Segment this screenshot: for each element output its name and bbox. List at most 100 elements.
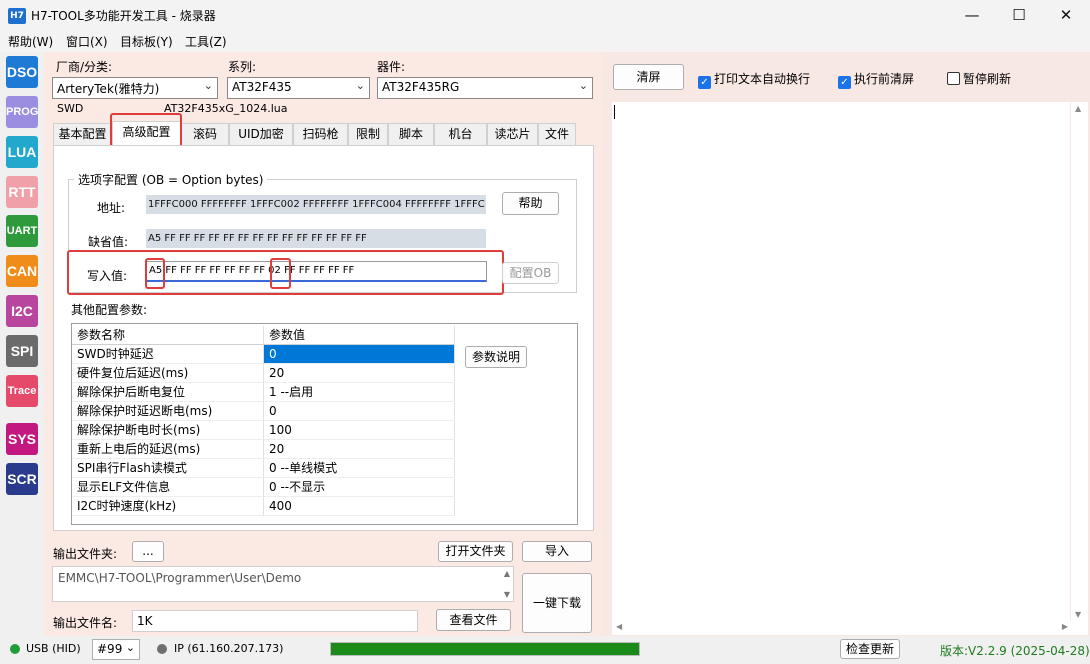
param-value-cell[interactable]: 0 [264,402,455,421]
sidebar-button-sys[interactable]: SYS [6,423,38,455]
param-value-cell[interactable]: 0 [264,345,455,364]
column-header-name[interactable]: 参数名称 [72,326,264,345]
series-value: AT32F435 [232,80,292,94]
param-value-cell[interactable]: 20 [264,440,455,459]
tab-barcode-gun[interactable]: 扫码枪 [293,123,348,145]
sidebar-button-scr[interactable]: SCR [6,463,38,495]
default-value-field: A5 FF FF FF FF FF FF FF FF FF FF FF FF F… [146,229,486,248]
auto-wrap-label: 打印文本自动换行 [714,72,811,86]
param-value-cell[interactable]: 0 --单线模式 [264,459,455,478]
scroll-right-icon[interactable]: ▶ [1062,622,1068,631]
device-select[interactable]: AT32F435RG ⌄ [377,77,593,99]
sidebar-button-prog[interactable]: PROG [6,96,38,128]
pause-refresh-label: 暂停刷新 [963,72,1012,86]
tab-file[interactable]: 文件 [538,123,576,145]
sidebar-button-uart[interactable]: UART [6,215,38,247]
param-value-cell[interactable]: 20 [264,364,455,383]
vendor-value: ArteryTek(雅特力) [57,82,160,96]
vendor-label: 厂商/分类: [56,60,113,74]
sidebar-button-rtt[interactable]: RTT [6,176,38,208]
clear-screen-button[interactable]: 清屏 [613,64,684,90]
pause-refresh-checkbox[interactable]: 暂停刷新 [947,70,1011,87]
param-name-cell: 解除保护时延迟断电(ms) [72,402,264,421]
tab-basic[interactable]: 基本配置 [53,123,112,145]
write-value-input[interactable]: A5 FF FF FF FF FF FF FF 02 FF FF FF FF F… [146,261,487,282]
write-value-label: 写入值: [87,269,128,283]
check-update-button[interactable]: 检查更新 [840,639,900,659]
param-value-cell[interactable]: 0 --不显示 [264,478,455,497]
browse-folder-button[interactable]: ... [132,541,164,562]
param-value-cell[interactable]: 100 [264,421,455,440]
checkbox-checked-icon: ✓ [838,76,851,89]
output-filename-label: 输出文件名: [53,616,118,630]
log-output[interactable] [612,102,1070,621]
byte-highlight-02 [270,258,291,289]
params-section-label: 其他配置参数: [71,303,148,317]
param-value-cell[interactable]: 400 [264,497,455,516]
address-label: 地址: [97,201,126,215]
progress-bar [330,642,640,656]
progress-fill [331,643,639,655]
tab-read-chip[interactable]: 读芯片 [487,123,538,145]
tab-uid-encrypt[interactable]: UID加密 [229,123,293,145]
sidebar-button-trace[interactable]: Trace [6,375,38,407]
menu-target-board[interactable]: 目标板(Y) [120,33,173,50]
scroll-up-icon[interactable]: ▲ [504,569,510,578]
option-bytes-title: 选项字配置 (OB = Option bytes) [74,171,268,188]
clear-before-exec-checkbox[interactable]: ✓ 执行前清屏 [838,70,914,89]
param-name-cell: SPI串行Flash读模式 [72,459,264,478]
device-number-select[interactable]: #99 ⌄ [92,639,140,660]
param-name-cell: SWD时钟延迟 [72,345,264,364]
output-folder-label: 输出文件夹: [53,547,118,561]
output-filename-input[interactable]: 1K [132,610,418,632]
vendor-select[interactable]: ArteryTek(雅特力) ⌄ [52,77,218,99]
sidebar-button-can[interactable]: CAN [6,255,38,287]
maximize-button[interactable]: ☐ [996,0,1042,31]
config-ob-button[interactable]: 配置OB [502,262,559,284]
tab-script[interactable]: 脚本 [388,123,434,145]
usb-status-icon [10,644,20,654]
output-path: EMMC\H7-TOOL\Programmer\User\Demo [58,571,302,585]
column-header-value[interactable]: 参数值 [264,326,455,345]
ip-status-icon [157,644,167,654]
series-select[interactable]: AT32F435 ⌄ [227,77,370,99]
open-folder-button[interactable]: 打开文件夹 [438,541,513,562]
log-vertical-scrollbar[interactable]: ▲ ▼ [1071,102,1088,621]
output-path-box[interactable]: EMMC\H7-TOOL\Programmer\User\Demo ▲ ▼ [52,566,514,602]
help-button[interactable]: 帮助 [502,192,559,215]
param-name-cell: 解除保护断电时长(ms) [72,421,264,440]
menu-help[interactable]: 帮助(W) [8,33,53,50]
param-value-cell[interactable]: 1 --启用 [264,383,455,402]
device-number-value: #99 [97,642,123,656]
auto-wrap-checkbox[interactable]: ✓ 打印文本自动换行 [698,70,810,89]
sidebar-button-i2c[interactable]: I2C [6,295,38,327]
minimize-button[interactable]: — [949,0,995,31]
sidebar-button-spi[interactable]: SPI [6,335,38,367]
tab-rolling-code[interactable]: 滚码 [181,123,229,145]
menu-tools[interactable]: 工具(Z) [185,33,227,50]
tab-limit[interactable]: 限制 [348,123,388,145]
address-field: 1FFFC000 FFFFFFFF 1FFFC002 FFFFFFFF 1FFF… [146,195,486,214]
log-horizontal-scrollbar[interactable]: ◀ ▶ [612,621,1088,635]
menu-window[interactable]: 窗口(X) [66,33,108,50]
scroll-left-icon[interactable]: ◀ [616,622,622,631]
sidebar-button-dso[interactable]: DSO [6,56,38,88]
scroll-up-icon[interactable]: ▲ [1075,104,1081,113]
param-explain-button[interactable]: 参数说明 [465,346,527,368]
chevron-down-icon: ⌄ [355,79,365,92]
byte-highlight-a5 [145,258,165,289]
clear-before-exec-label: 执行前清屏 [854,72,915,86]
scroll-down-icon[interactable]: ▼ [504,590,510,599]
view-file-button[interactable]: 查看文件 [436,609,511,631]
scroll-down-icon[interactable]: ▼ [1075,610,1081,619]
close-button[interactable]: ✕ [1043,0,1089,31]
param-name-cell: 重新上电后的延迟(ms) [72,440,264,459]
param-name-cell: I2C时钟速度(kHz) [72,497,264,516]
tab-machine[interactable]: 机台 [434,123,487,145]
device-label: 器件: [377,60,406,74]
import-button[interactable]: 导入 [522,541,592,562]
interface-label: SWD [57,102,84,115]
chevron-down-icon: ⌄ [203,79,213,92]
one-click-download-button[interactable]: 一键下载 [522,573,592,633]
sidebar-button-lua[interactable]: LUA [6,136,38,168]
